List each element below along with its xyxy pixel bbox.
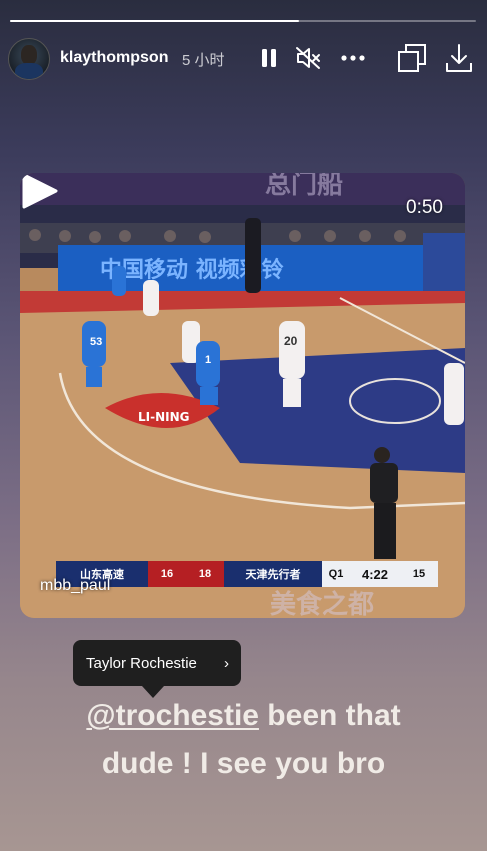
mention-link[interactable]: @trochestie [86,699,259,732]
jersey-number: 1 [205,354,211,366]
mute-icon [296,47,320,69]
home-score: 16 [148,561,186,587]
story-caption: @trochestie been that dude ! I see you b… [0,692,487,788]
avatar[interactable] [8,38,50,80]
jersey-number: 53 [90,336,102,348]
svg-text:LI-NING: LI-NING [138,410,190,424]
video-frame: 中国移动 视频彩铃 LI-NING 53 1 20 总门船 美食之都 [20,173,465,618]
scoreboard: 山东高速 16 18 天津先行者 Q1 4:22 15 [56,561,438,587]
copy-icon [398,44,426,72]
watermark: mbb_paul [40,577,111,594]
username[interactable]: klaythompson [60,49,168,67]
away-team: 天津先行者 [224,561,322,587]
shot-clock: 15 [400,561,438,587]
more-options-button[interactable] [338,43,368,73]
download-button[interactable] [444,43,474,73]
pause-button[interactable] [254,43,284,73]
svg-text:总门船: 总门船 [265,173,343,200]
shared-video-card[interactable]: 中国移动 视频彩铃 LI-NING 53 1 20 总门船 美食之都 0:50 … [20,173,465,618]
quarter: Q1 [322,561,350,587]
user-tag-tooltip[interactable]: Taylor Rochestie › [73,640,241,686]
copy-button[interactable] [397,43,427,73]
game-clock: 4:22 [350,561,400,587]
timestamp: 5 小时 [182,52,225,69]
away-score: 18 [186,561,224,587]
story-header: klaythompson 5 小时 [8,38,478,80]
jersey-number: 20 [284,334,298,348]
chevron-right-icon: › [224,655,229,672]
pause-icon [262,49,276,67]
caption-text: been that [258,699,401,732]
story-progress-fill [10,20,299,22]
story-progress-track [10,20,476,22]
more-icon [341,55,365,61]
caption-line-2: dude ! I see you bro [101,747,386,780]
tag-name: Taylor Rochestie [86,654,197,672]
mute-button[interactable] [293,43,323,73]
download-icon [446,44,472,72]
svg-text:美食之都: 美食之都 [270,589,374,618]
video-duration: 0:50 [406,197,443,218]
play-icon[interactable] [20,173,60,209]
